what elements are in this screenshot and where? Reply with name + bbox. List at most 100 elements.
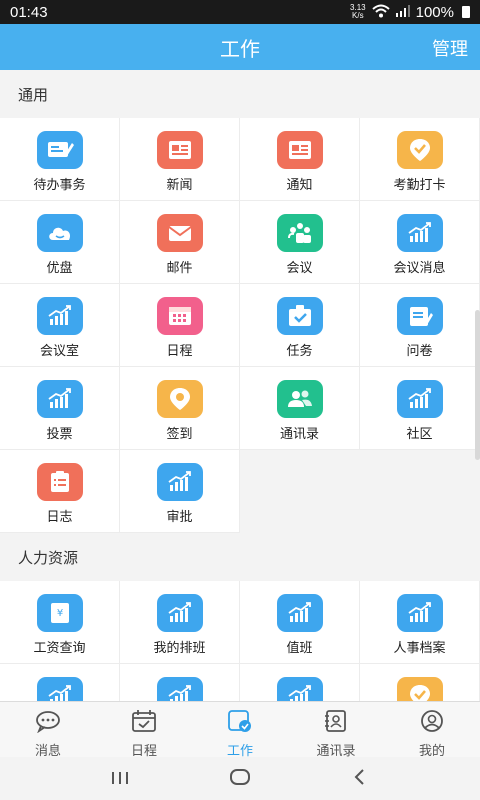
app-tile-label: 日志 <box>46 510 73 525</box>
app-tile[interactable]: 我的排班 <box>120 581 240 664</box>
profile-icon <box>418 709 446 737</box>
work-icon <box>226 709 254 737</box>
home-button[interactable] <box>220 767 260 791</box>
meeting-icon <box>276 214 323 252</box>
app-tile[interactable]: 邮件 <box>120 201 240 284</box>
chart-icon <box>396 594 443 632</box>
todo-icon <box>36 131 83 169</box>
app-tile[interactable]: 通讯录 <box>240 367 360 450</box>
app-tile-label: 考勤打卡 <box>393 178 446 193</box>
app-tile[interactable]: 考勤打卡 <box>360 118 480 201</box>
app-tile-label: 值班 <box>286 641 313 656</box>
app-tile-label: 邮件 <box>166 261 193 276</box>
net-speed-unit: K/s <box>352 11 364 20</box>
app-tile-label: 日程 <box>166 344 193 359</box>
task-icon <box>276 297 323 335</box>
app-tile[interactable]: 社区 <box>360 367 480 450</box>
app-tile[interactable]: 人事档案 <box>360 581 480 664</box>
bottom-nav: 消息 日程 工作 通讯录 我的 <box>0 701 480 759</box>
chart-icon <box>36 297 83 335</box>
back-button[interactable] <box>340 767 380 791</box>
app-tile-label: 会议消息 <box>393 261 446 276</box>
app-tile-label: 审批 <box>166 510 193 525</box>
chart-icon <box>36 677 83 701</box>
scrollbar-thumb[interactable] <box>475 310 480 460</box>
app-tile[interactable]: 会议室 <box>0 284 120 367</box>
chart-icon <box>156 677 203 701</box>
salary-icon: ¥ <box>36 594 83 632</box>
app-grid: 待办事务 新闻 通知 考勤打卡优盘 邮件 会议 会议消息会议室 日程 任务 问卷投票 签到 通讯录 社区… <box>0 118 480 533</box>
app-tile[interactable] <box>360 664 480 701</box>
section-title: 通用 <box>0 70 480 118</box>
cloud-icon <box>36 214 83 252</box>
app-tile[interactable]: 会议消息 <box>360 201 480 284</box>
app-tile[interactable]: 会议 <box>240 201 360 284</box>
log-icon <box>36 463 83 501</box>
app-tile[interactable]: 日程 <box>120 284 240 367</box>
battery-icon <box>462 6 470 18</box>
battery-percent: 100% <box>415 3 454 21</box>
app-tile[interactable] <box>240 664 360 701</box>
address-book-icon <box>322 709 350 737</box>
app-tile[interactable]: 日志 <box>0 450 120 533</box>
app-tile[interactable] <box>120 664 240 701</box>
survey-icon <box>396 297 443 335</box>
app-tile-label: 工资查询 <box>33 641 86 656</box>
mail-icon <box>156 214 203 252</box>
chart-icon <box>396 380 443 418</box>
app-tile[interactable]: 优盘 <box>0 201 120 284</box>
newspaper-icon <box>276 131 323 169</box>
work-content[interactable]: 通用待办事务 新闻 通知 考勤打卡优盘 邮件 会议 会议消息会议室 日程 任务 问卷投票 签到 通讯录… <box>0 70 480 701</box>
chart-icon <box>36 380 83 418</box>
app-tile-label: 待办事务 <box>33 178 86 193</box>
app-tile[interactable]: 新闻 <box>120 118 240 201</box>
wifi-icon <box>371 4 390 21</box>
chart-icon <box>276 594 323 632</box>
nav-tab[interactable]: 工作 <box>192 702 288 759</box>
app-bar: 工作 管理 <box>0 24 480 70</box>
app-tile[interactable]: 投票 <box>0 367 120 450</box>
app-tile-label: 投票 <box>46 427 73 442</box>
section-title: 人力资源 <box>0 533 480 581</box>
app-tile[interactable]: 值班 <box>240 581 360 664</box>
nav-tab[interactable]: 我的 <box>384 702 480 759</box>
app-tile[interactable]: 通知 <box>240 118 360 201</box>
calendar-icon <box>156 297 203 335</box>
message-icon <box>34 709 62 737</box>
location-check-icon <box>396 677 443 701</box>
nav-tab[interactable]: 消息 <box>0 702 96 759</box>
app-tile[interactable]: ¥ 工资查询 <box>0 581 120 664</box>
app-tile-label: 社区 <box>406 427 433 442</box>
empty-cell <box>360 450 480 533</box>
location-check-icon <box>396 131 443 169</box>
app-tile[interactable]: 签到 <box>120 367 240 450</box>
nav-tab[interactable]: 日程 <box>96 702 192 759</box>
app-tile[interactable]: 任务 <box>240 284 360 367</box>
signal-icon <box>395 4 410 20</box>
app-tile[interactable]: 问卷 <box>360 284 480 367</box>
net-speed: 3.13 K/s <box>350 4 366 20</box>
status-time: 01:43 <box>10 3 48 21</box>
app-tile[interactable] <box>0 664 120 701</box>
chart-icon <box>156 463 203 501</box>
nav-tab[interactable]: 通讯录 <box>288 702 384 759</box>
app-tile-label: 签到 <box>166 427 193 442</box>
app-tile-label: 人事档案 <box>393 641 446 656</box>
sections-container: 通用待办事务 新闻 通知 考勤打卡优盘 邮件 会议 会议消息会议室 日程 任务 问卷投票 签到 通讯录… <box>0 70 480 701</box>
system-nav-bar <box>0 757 480 800</box>
app-tile-label: 通讯录 <box>279 427 319 442</box>
app-tile[interactable]: 待办事务 <box>0 118 120 201</box>
app-tile[interactable]: 审批 <box>120 450 240 533</box>
page-title: 工作 <box>220 36 260 61</box>
app-tile-label: 任务 <box>286 344 313 359</box>
recent-apps-button[interactable] <box>100 767 140 791</box>
app-tile-label: 优盘 <box>46 261 73 276</box>
contacts-icon <box>276 380 323 418</box>
chart-icon <box>396 214 443 252</box>
app-tile-label: 会议 <box>286 261 313 276</box>
location-pin-icon <box>156 380 203 418</box>
app-tile-label: 会议室 <box>39 344 79 359</box>
manage-button[interactable]: 管理 <box>432 35 468 61</box>
status-bar: 01:43 3.13 K/s 100% <box>0 0 480 24</box>
chart-icon <box>156 594 203 632</box>
